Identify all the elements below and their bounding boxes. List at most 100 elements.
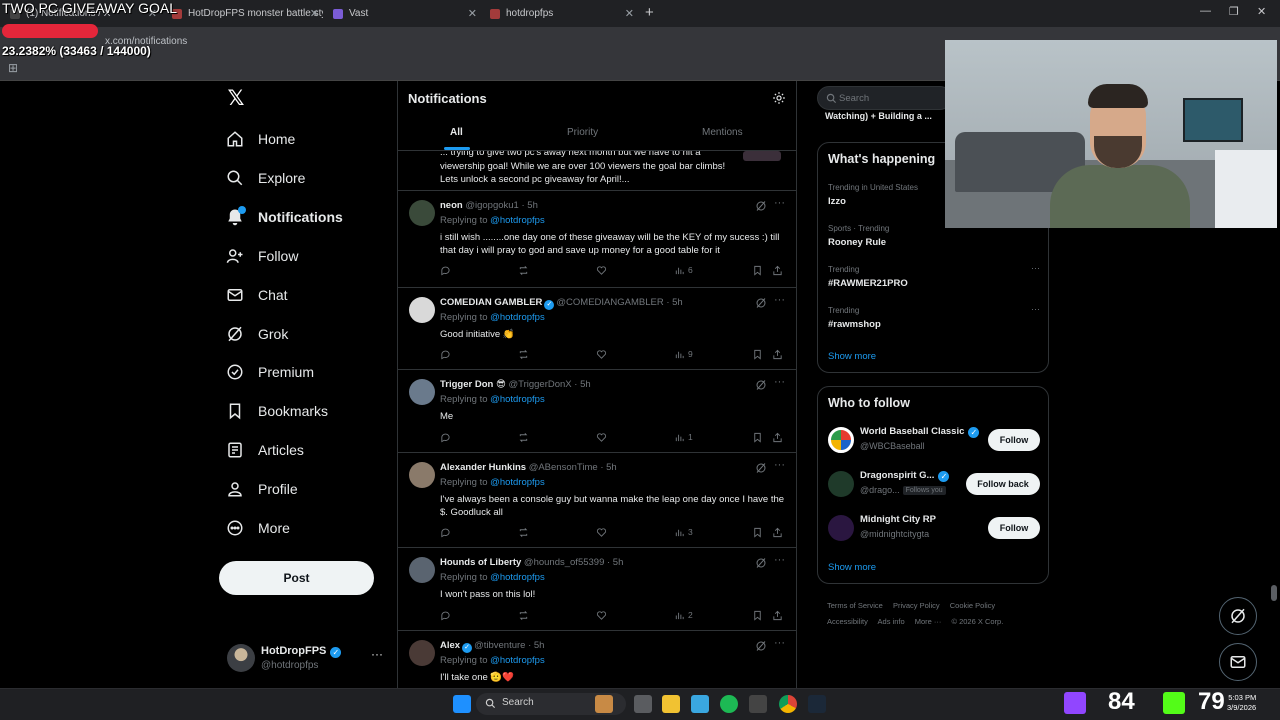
trend-item[interactable]: Trending #RAWMER21PRO ··· [828,263,1040,295]
reply-button[interactable] [440,430,451,444]
notepad-icon[interactable] [691,695,709,713]
show-more-link[interactable]: Show more [828,351,876,362]
close-icon[interactable]: ✕ [468,4,477,24]
views-button[interactable]: 6 [674,263,693,277]
nav-more[interactable]: More [226,515,290,541]
browser-tab[interactable]: Vast ✕ [329,4,481,24]
mention-link[interactable]: @hotdropfps [490,394,545,405]
mention-link[interactable]: @hotdropfps [490,655,545,666]
share-button[interactable] [772,525,783,539]
nav-premium[interactable]: Premium [226,359,314,385]
scrollbar-thumb[interactable] [1271,585,1277,601]
chrome-icon[interactable] [779,695,797,713]
more-icon[interactable]: ··· [774,294,785,306]
like-button[interactable] [596,430,607,444]
mention-link[interactable]: @hotdropfps [490,477,545,488]
more-icon[interactable]: ··· [1031,304,1040,314]
author-name[interactable]: neon [440,200,463,211]
repost-button[interactable] [518,430,529,444]
like-button[interactable] [596,347,607,361]
author-name[interactable]: Alexander Hunkins [440,462,526,473]
hud-icon[interactable] [749,695,767,713]
more-icon[interactable]: ··· [774,554,785,566]
bookmark-button[interactable] [752,347,763,361]
share-button[interactable] [772,430,783,444]
kick-icon[interactable] [1163,692,1185,714]
more-icon[interactable]: ··· [1031,263,1040,273]
like-button[interactable] [596,525,607,539]
author-name[interactable]: Alex [440,640,460,651]
follow-back-button[interactable]: Follow back [966,473,1040,495]
author-name[interactable]: Trigger Don 😎 [440,379,506,390]
grok-icon[interactable] [755,640,767,652]
grok-icon[interactable] [755,200,767,212]
nav-profile[interactable]: Profile [226,476,298,502]
gear-icon[interactable] [772,91,786,105]
avatar[interactable] [409,462,435,488]
footer-link[interactable]: Privacy Policy [893,601,940,610]
reply-button[interactable] [440,263,451,277]
nav-explore[interactable]: Explore [226,165,305,191]
more-icon[interactable]: ··· [774,459,785,471]
more-icon[interactable]: ··· [371,647,383,661]
avatar[interactable] [409,640,435,666]
footer-link[interactable]: Accessibility [827,617,868,626]
x-logo-icon[interactable]: 𝕏 [225,88,247,110]
more-icon[interactable]: ··· [774,376,785,388]
mention-link[interactable]: @hotdropfps [490,572,545,583]
footer-link[interactable]: Ads info [878,617,905,626]
reply-button[interactable] [440,347,451,361]
show-more-link[interactable]: Show more [828,562,876,573]
views-button[interactable]: 2 [674,608,693,622]
bookmark-button[interactable] [752,525,763,539]
share-button[interactable] [772,263,783,277]
avatar[interactable] [828,427,854,453]
follow-button[interactable]: Follow [988,429,1040,451]
grok-icon[interactable] [755,379,767,391]
repost-button[interactable] [518,347,529,361]
footer-link[interactable]: More ··· [915,617,942,626]
views-button[interactable]: 3 [674,525,693,539]
author-name[interactable]: COMEDIAN GAMBLER [440,297,542,308]
grok-icon[interactable] [755,297,767,309]
nav-notifications[interactable]: Notifications [226,204,343,230]
windows-start-icon[interactable] [453,695,471,713]
steam-icon[interactable] [808,695,826,713]
close-icon[interactable]: ✕ [625,4,634,24]
apps-grid-icon[interactable]: ⊞ [8,61,18,75]
nav-chat[interactable]: Chat [226,282,288,308]
task-view-icon[interactable] [634,695,652,713]
mention-link[interactable]: @hotdropfps [490,215,545,226]
file-explorer-icon[interactable] [662,695,680,713]
tab-mentions[interactable]: Mentions [702,127,743,138]
footer-link[interactable]: Terms of Service [827,601,883,610]
avatar[interactable] [409,297,435,323]
account-switcher[interactable]: HotDropFPS ✓ @hotdropfps ··· [227,643,392,675]
trend-item[interactable]: Sports · Trending Rooney Rule ··· [828,222,1040,254]
reply-post[interactable]: COMEDIAN GAMBLER ✓ @COMEDIANGAMBLER · 5h R… [398,288,796,370]
like-button[interactable] [596,263,607,277]
follow-suggestion[interactable]: Dragonspirit G... ✓ @drago... Follows you … [828,468,1040,500]
post-button[interactable]: Post [219,561,374,595]
notification-item[interactable]: ... trying to give two pc's away next mo… [398,151,796,191]
grok-icon[interactable] [755,557,767,569]
share-button[interactable] [772,608,783,622]
nav-articles[interactable]: Articles [226,437,304,463]
more-icon[interactable]: ··· [774,637,785,649]
avatar[interactable] [409,200,435,226]
maximize-icon[interactable]: ❐ [1229,5,1239,18]
grok-fab-button[interactable] [1219,597,1257,635]
browser-tab[interactable]: hotdropfps ✕ [486,4,638,24]
reply-post[interactable]: Alexander Hunkins @ABensonTime · 5h Repl… [398,453,796,548]
follow-button[interactable]: Follow [988,517,1040,539]
close-window-icon[interactable]: ✕ [1257,5,1266,18]
nav-bookmarks[interactable]: Bookmarks [226,398,328,424]
repost-button[interactable] [518,263,529,277]
bookmark-button[interactable] [752,430,763,444]
views-button[interactable]: 9 [674,347,693,361]
nav-grok[interactable]: Grok [226,321,288,347]
more-icon[interactable]: ··· [774,197,785,209]
reply-post[interactable]: neon @igopgoku1 · 5h Replying to @hotdro… [398,191,796,288]
grok-icon[interactable] [755,462,767,474]
browser-tab[interactable]: HotDropFPS monster battle style ✕ [168,4,323,24]
